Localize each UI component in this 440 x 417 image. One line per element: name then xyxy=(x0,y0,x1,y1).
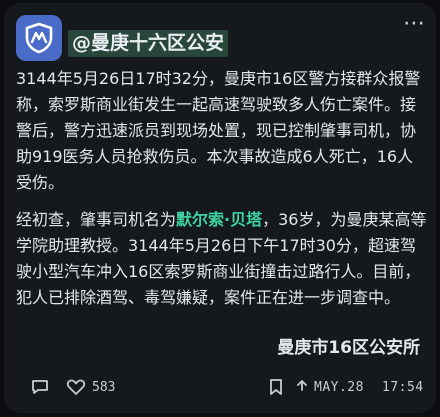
post-date: MAY.28 xyxy=(314,379,364,395)
share-icon[interactable] xyxy=(294,375,310,399)
comment-icon[interactable] xyxy=(30,375,50,399)
more-options-icon[interactable]: ⋯ xyxy=(403,13,426,35)
heart-icon[interactable] xyxy=(66,375,86,399)
post-time: 17:54 xyxy=(382,379,424,395)
post-card: @曼庚十六区公安 ⋯ 3144年5月26日17时32分，曼庚市16区警方接群众报… xyxy=(4,3,436,413)
post-paragraph-2: 经初查，肇事司机名为默尔索·贝塔，36岁，为曼庚某高等学院助理教授。3144年5… xyxy=(16,207,428,311)
like-count: 583 xyxy=(92,379,116,395)
account-name[interactable]: @曼庚十六区公安 xyxy=(68,30,229,57)
post-signature: 曼庚市16区公安所 xyxy=(277,338,420,358)
paragraph-2-lead: 经初查，肇事司机名为 xyxy=(16,210,177,229)
avatar[interactable] xyxy=(16,15,62,61)
post-paragraph-1: 3144年5月26日17时32分，曼庚市16区警方接群众报警称，索罗斯商业街发生… xyxy=(16,69,421,192)
driver-name-highlight: 默尔索·贝塔 xyxy=(176,210,263,229)
police-badge-icon xyxy=(25,22,53,54)
bookmark-icon[interactable] xyxy=(268,375,284,399)
post-footer: 583 MAY.28 17:54 xyxy=(4,375,436,399)
